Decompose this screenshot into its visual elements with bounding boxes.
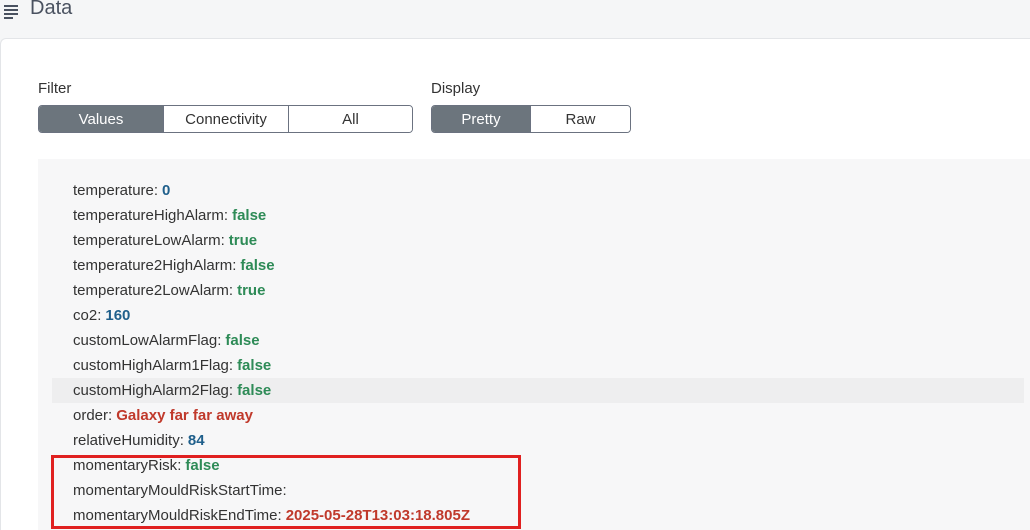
data-value: true <box>237 282 266 299</box>
data-value: 160 <box>105 307 131 324</box>
data-value: false <box>240 257 275 274</box>
data-row: momentaryMouldRiskStartTime: <box>52 478 1024 503</box>
key-separator: : <box>179 432 184 449</box>
data-row: momentaryRisk: false <box>52 453 1024 478</box>
display-segmented-control: Pretty Raw <box>431 105 631 133</box>
filter-segmented-control: Values Connectivity All <box>38 105 413 133</box>
data-row: co2: 160 <box>52 303 1024 328</box>
data-values-panel: temperature: 0 temperatureHighAlarm: false t… <box>38 159 1030 530</box>
data-key: momentaryMouldRiskStartTime <box>73 482 283 499</box>
display-pretty-button[interactable]: Pretty <box>432 106 531 132</box>
data-row: momentaryMouldRiskEndTime: 2025-05-28T13:… <box>52 503 1024 528</box>
key-separator: : <box>97 307 102 324</box>
data-value: false <box>185 457 220 474</box>
top-bar: Data <box>0 0 1030 38</box>
display-raw-button[interactable]: Raw <box>531 106 630 132</box>
data-row: temperature2LowAlarm: true <box>52 278 1024 303</box>
data-row: temperature2HighAlarm: false <box>52 253 1024 278</box>
data-key: customLowAlarmFlag <box>73 332 218 349</box>
filter-label: Filter <box>38 80 72 97</box>
key-separator: : <box>223 207 229 224</box>
data-key: co2 <box>73 307 98 324</box>
filter-values-button[interactable]: Values <box>39 106 164 132</box>
data-row: customHighAlarm1Flag: false <box>52 353 1024 378</box>
data-key: temperature <box>73 182 154 199</box>
page-title: Data <box>30 0 73 19</box>
key-separator: : <box>217 332 222 349</box>
key-separator: : <box>153 182 159 199</box>
data-row: relativeHumidity: 84 <box>52 428 1024 453</box>
data-key: temperature2LowAlarm <box>73 282 229 299</box>
data-value: false <box>237 357 272 374</box>
data-row: temperature: 0 <box>52 178 1024 203</box>
data-key: customHighAlarm2Flag <box>73 382 229 399</box>
key-separator: : <box>228 357 234 374</box>
key-separator: : <box>177 457 182 474</box>
key-separator: : <box>282 482 287 499</box>
data-key: customHighAlarm1Flag <box>73 357 229 374</box>
key-separator: : <box>228 282 234 299</box>
key-separator: : <box>108 407 113 424</box>
data-key: order <box>73 407 109 424</box>
data-row: temperatureHighAlarm: false <box>52 203 1024 228</box>
filter-connectivity-button[interactable]: Connectivity <box>164 106 289 132</box>
data-key: temperatureLowAlarm <box>73 232 221 249</box>
display-label: Display <box>431 80 481 97</box>
key-separator: : <box>228 382 234 399</box>
data-key: momentaryRisk <box>73 457 178 474</box>
data-value: false <box>237 382 272 399</box>
key-separator: : <box>220 232 225 249</box>
data-value: 2025-05-28T13:03:18.805Z <box>285 507 470 524</box>
data-value: Galaxy far far away <box>116 407 253 424</box>
data-card: Filter Values Connectivity All Display P… <box>0 38 1030 530</box>
data-key: momentaryMouldRiskEndTime <box>73 507 278 524</box>
data-key: relativeHumidity <box>73 432 180 449</box>
data-key: temperatureHighAlarm <box>73 207 224 224</box>
filter-all-button[interactable]: All <box>289 106 412 132</box>
key-separator: : <box>232 257 237 274</box>
data-value: 0 <box>162 182 171 199</box>
data-row: order: Galaxy far far away <box>52 403 1024 428</box>
data-row: temperatureLowAlarm: true <box>52 228 1024 253</box>
data-value: false <box>232 207 267 224</box>
hamburger-menu-icon[interactable] <box>4 5 18 19</box>
data-row: customLowAlarmFlag: false <box>52 328 1024 353</box>
key-separator: : <box>277 507 282 524</box>
data-value: true <box>228 232 258 249</box>
data-value: false <box>225 332 260 349</box>
data-key: temperature2HighAlarm <box>73 257 233 274</box>
data-row: customHighAlarm2Flag: false <box>52 378 1024 403</box>
data-value: 84 <box>187 432 205 449</box>
